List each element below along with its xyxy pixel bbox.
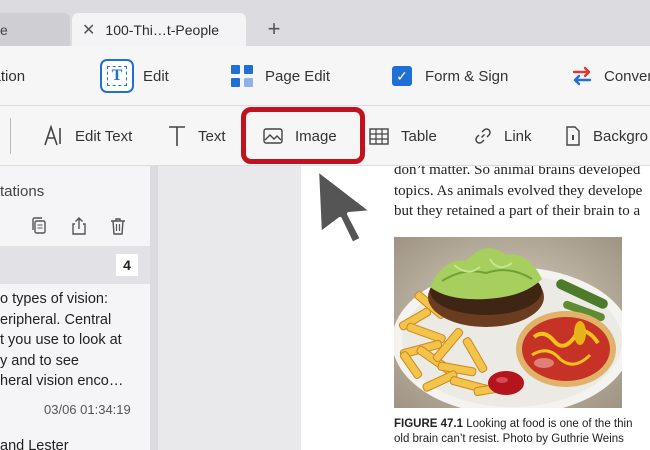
note-line: heral vision enco… bbox=[0, 373, 124, 389]
tab-previous[interactable]: e bbox=[0, 13, 70, 46]
note-line: y and to see bbox=[0, 352, 79, 369]
annotation-count-badge: 4 bbox=[116, 254, 138, 276]
edit-text-box-icon: T bbox=[100, 59, 134, 93]
food-photo[interactable] bbox=[394, 237, 622, 408]
edit-tool[interactable]: T Edit bbox=[100, 46, 169, 106]
panel-resize-divider[interactable] bbox=[150, 166, 158, 450]
figure-label: FIGURE 47.1 bbox=[394, 418, 464, 430]
copy-icon[interactable] bbox=[29, 216, 49, 236]
form-sign-tool[interactable]: ✓ Form & Sign bbox=[392, 46, 508, 106]
annotations-panel: tations 4 o types of vision: eripheral. … bbox=[0, 166, 150, 450]
note-line: o types of vision: bbox=[0, 291, 108, 307]
tab-active-label: 100-Thi…t-People bbox=[105, 21, 220, 38]
table-tool[interactable]: Table bbox=[369, 106, 437, 166]
page-grid-icon bbox=[231, 65, 253, 87]
text-label: Text bbox=[198, 127, 226, 145]
caption-line: Looking at food is one of the thin bbox=[463, 418, 633, 430]
body-line: but they retained a part of their brain … bbox=[394, 203, 641, 219]
table-label: Table bbox=[401, 127, 437, 145]
new-tab-button[interactable]: + bbox=[263, 16, 285, 42]
figure-caption: FIGURE 47.1 Looking at food is one of th… bbox=[394, 417, 632, 447]
body-line: topics. As animals evolved they develope bbox=[394, 182, 643, 199]
trash-icon[interactable] bbox=[108, 216, 128, 236]
link-tool[interactable]: Link bbox=[474, 106, 532, 166]
edit-text-tool[interactable]: Edit Text bbox=[43, 106, 132, 166]
page-edit-tool[interactable]: Page Edit bbox=[231, 46, 330, 106]
pointer-cursor-icon bbox=[315, 167, 375, 246]
table-icon bbox=[369, 127, 389, 145]
annotation-label: otation bbox=[0, 67, 26, 85]
text-t-icon bbox=[169, 126, 185, 146]
checkbox-icon: ✓ bbox=[392, 66, 412, 86]
edit-text-label: Edit Text bbox=[75, 127, 133, 145]
link-label: Link bbox=[504, 127, 532, 145]
toolbar-divider bbox=[10, 118, 11, 154]
background-tool[interactable]: Backgro bbox=[565, 106, 648, 166]
edit-text-icon bbox=[44, 125, 61, 146]
background-page-icon bbox=[566, 126, 580, 146]
body-text: don’t matter. So animal brains developed… bbox=[394, 166, 642, 222]
tab-bar: e ✕ 100-Thi…t-People + bbox=[0, 0, 650, 46]
annotation-note[interactable]: o types of vision: eripheral. Central t … bbox=[0, 289, 140, 392]
convert-arrows-icon bbox=[572, 66, 592, 86]
note-line: t you use to look at bbox=[0, 332, 122, 348]
edit-label: Edit bbox=[143, 67, 169, 85]
caption-line: old brain can’t resist. Photo by Guthrie… bbox=[394, 433, 624, 445]
note-line: eripheral. Central bbox=[0, 311, 112, 328]
main-toolbar: otation T Edit Page Edit ✓ Form & Sign C… bbox=[0, 46, 650, 106]
share-icon[interactable] bbox=[69, 216, 89, 236]
convert-label: Conver bbox=[604, 67, 650, 85]
image-tool-highlight bbox=[241, 107, 365, 164]
annotation-note-next[interactable]: and Lester bbox=[0, 438, 69, 450]
edit-icon-letter: T bbox=[107, 66, 127, 86]
panel-title: tations bbox=[0, 183, 45, 200]
annotation-tool[interactable]: otation bbox=[0, 46, 25, 106]
link-chain-icon bbox=[475, 128, 491, 144]
page-edit-label: Page Edit bbox=[265, 67, 331, 85]
text-tool[interactable]: Text bbox=[168, 106, 226, 166]
annotation-timestamp: 03/06 01:34:19 bbox=[44, 402, 131, 417]
body-line: don’t matter. So animal brains developed bbox=[394, 166, 641, 178]
background-label: Backgro bbox=[593, 127, 649, 145]
tab-previous-label: e bbox=[0, 21, 8, 38]
close-tab-icon[interactable]: ✕ bbox=[82, 20, 95, 40]
convert-tool[interactable]: Conver bbox=[570, 46, 650, 106]
tab-active[interactable]: ✕ 100-Thi…t-People bbox=[72, 13, 246, 46]
annotation-group-row[interactable]: 4 bbox=[0, 246, 150, 284]
form-sign-label: Form & Sign bbox=[425, 67, 509, 85]
